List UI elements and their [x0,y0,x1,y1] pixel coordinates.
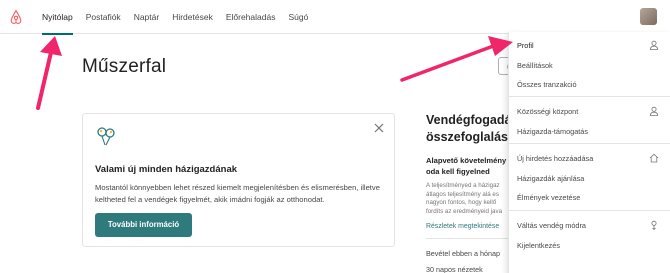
summary-text-line: átlagos teljesítmény alá es [426,190,499,198]
menu-divider [509,96,670,97]
more-info-button[interactable]: További információ [95,213,192,237]
arrow-to-profile [400,43,498,82]
menu-item-logout[interactable]: Kijelentkezés [517,241,560,250]
main-nav: Nyitólap Postafiók Naptár Hirdetések Elő… [42,0,321,35]
summary-title-line2: összefoglalása [426,130,515,144]
menu-divider [509,143,670,144]
arrow-head-nav-home [40,36,62,56]
card-body: Mostantól könnyebben lehet részed kiemel… [95,183,380,204]
summary-text-line: nagyon fontos, hogy kellő [426,199,497,207]
card-heading: Valami új minden házigazdának [95,164,238,175]
menu-item-refer-hosts[interactable]: Házigazdák ajánlása [517,174,584,183]
switch-icon [651,220,657,230]
home-icon [649,153,659,163]
nav-progress[interactable]: Előrehaladás [226,0,276,34]
menu-item-host-support[interactable]: Házigazda-támogatás [517,127,588,136]
menu-divider [509,210,670,211]
summary-title-line1: Vendégfogadá [426,113,512,127]
summary-sub-line1: Alapvető követelmény [426,156,507,165]
nav-inbox[interactable]: Postafiók [86,0,121,34]
menu-item-community-center[interactable]: Közösségi központ [517,107,578,116]
airbnb-logo-icon[interactable] [8,9,24,25]
summary-subheading: Alapvető követelmény oda kell figyelned [426,155,506,177]
menu-item-switch-to-guest[interactable]: Váltás vendég módra [517,221,586,230]
view-details-link[interactable]: Részletek megtekintése [426,223,499,230]
arrow-to-nav-home [36,46,54,110]
summary-sub-line2: oda kell figyelned [426,167,490,176]
account-dropdown-menu: Profil Beállítások Összes tranzakció Köz… [508,32,670,273]
nav-home[interactable]: Nyitólap [42,0,73,35]
divider [426,238,516,239]
menu-item-host-experiences[interactable]: Élmények vezetése [517,193,580,202]
summary-title: Vendégfogadá összefoglalása [426,112,515,146]
views-row-label: 30 napos nézetek [426,265,483,273]
close-icon[interactable] [373,122,385,134]
balloon-illustration-icon [97,127,115,146]
summary-text-line: A teljesítményed a házigaz [426,182,500,189]
avatar[interactable] [640,8,657,25]
user-icon [649,40,659,50]
summary-text-line: fordíts az eredményeid java [426,207,503,215]
top-navigation-bar: Nyitólap Postafiók Naptár Hirdetések Elő… [0,0,670,35]
nav-listings[interactable]: Hirdetések [172,0,213,34]
revenue-row-label: Bevétel ebben a hónap [426,249,500,258]
menu-item-profile[interactable]: Profil [517,41,534,50]
menu-item-transactions[interactable]: Összes tranzakció [517,80,577,89]
announcement-card: Valami új minden házigazdának Mostantól … [82,113,395,247]
menu-item-settings[interactable]: Beállítások [517,61,553,70]
menu-item-add-listing[interactable]: Új hirdetés hozzáadása [517,154,593,163]
summary-text: A teljesítményed a házigaz átlagos telje… [426,182,502,216]
nav-help[interactable]: Súgó [288,0,308,34]
people-icon [649,106,659,116]
page-title: Műszerfal [82,56,167,77]
nav-calendar[interactable]: Naptár [134,0,160,34]
